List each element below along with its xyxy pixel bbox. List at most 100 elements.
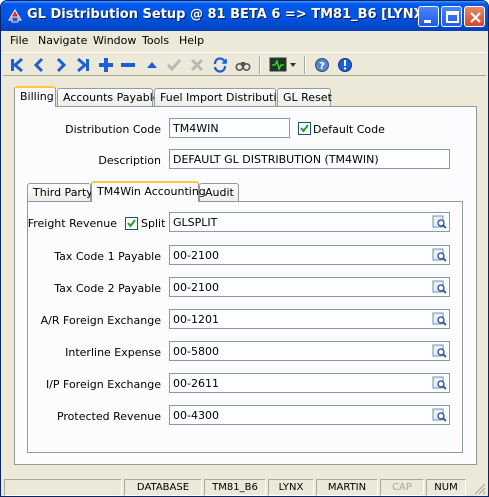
help-icon: ? (315, 58, 329, 72)
menu-window[interactable]: Window (93, 34, 136, 47)
check-icon (166, 59, 182, 72)
description-field[interactable]: DEFAULT GL DISTRIBUTION (TM4WIN) (169, 149, 450, 169)
ip-foreign-exchange-value: 00-2611 (173, 377, 219, 390)
protected-revenue-value: 00-4300 (173, 409, 219, 422)
toolbar-separator (304, 56, 306, 74)
toolbar: ? (3, 52, 486, 76)
lookup-icon[interactable] (432, 376, 447, 390)
ar-foreign-exchange-label: A/R Foreign Exchange (40, 314, 161, 327)
monitor-dropdown-button[interactable] (267, 55, 299, 75)
status-user: MARTIN (316, 479, 378, 496)
app-icon (8, 9, 22, 23)
delete-record-button[interactable] (118, 55, 138, 75)
resize-grip-icon[interactable] (473, 482, 486, 495)
protected-revenue-field[interactable]: 00-4300 (169, 405, 450, 425)
menu-bar: File Navigate Window Tools Help (1, 31, 488, 51)
freight-revenue-label: Freight Revenue (27, 217, 117, 230)
ip-foreign-exchange-label: I/P Foreign Exchange (45, 378, 161, 391)
plus-icon (99, 58, 113, 72)
window-title: GL Distribution Setup @ 81 BETA 6 => TM8… (27, 7, 430, 22)
menu-help[interactable]: Help (179, 34, 204, 47)
close-button[interactable] (464, 6, 485, 27)
app-window: GL Distribution Setup @ 81 BETA 6 => TM8… (0, 0, 489, 497)
tax-code-1-payable-label: Tax Code 1 Payable (54, 250, 161, 263)
help-button[interactable]: ? (312, 55, 332, 75)
status-bar: DATABASE TM81_B6 LYNX MARTIN CAP NUM (1, 477, 488, 496)
lookup-icon[interactable] (432, 344, 447, 358)
minimize-icon (424, 20, 431, 23)
triangle-up-icon (147, 62, 157, 68)
tab-accounts-payable[interactable]: Accounts Payable (57, 88, 160, 107)
tab-billing[interactable]: Billing (14, 86, 56, 107)
status-database: DATABASE (124, 479, 202, 496)
distribution-code-field[interactable]: TM4WIN (169, 118, 290, 138)
previous-record-button[interactable] (29, 55, 49, 75)
freight-revenue-value: GLSPLIT (173, 216, 218, 229)
tax-code-1-payable-field[interactable]: 00-2100 (169, 245, 450, 265)
split-label: Split (141, 217, 166, 230)
lookup-icon[interactable] (432, 280, 447, 294)
maximize-icon (446, 11, 459, 23)
default-code-label: Default Code (313, 123, 385, 136)
interline-expense-label: Interline Expense (65, 346, 161, 359)
add-record-button[interactable] (96, 55, 116, 75)
ar-foreign-exchange-value: 00-1201 (173, 313, 219, 326)
monitor-icon (269, 57, 296, 72)
binoculars-icon (235, 62, 251, 72)
lookup-icon[interactable] (432, 408, 447, 422)
first-record-button[interactable] (7, 55, 27, 75)
tax-code-1-payable-value: 00-2100 (173, 249, 219, 262)
ip-foreign-exchange-field[interactable]: 00-2611 (169, 373, 450, 393)
last-record-button[interactable] (73, 55, 93, 75)
save-button[interactable] (164, 55, 184, 75)
minimize-button[interactable] (418, 6, 439, 27)
description-label: Description (98, 154, 161, 167)
last-record-icon (77, 57, 89, 73)
cancel-button[interactable] (187, 55, 207, 75)
previous-record-icon (33, 57, 44, 73)
info-button[interactable] (335, 55, 355, 75)
tax-code-2-payable-value: 00-2100 (173, 281, 219, 294)
interline-expense-value: 00-5800 (173, 345, 219, 358)
status-num-lock: NUM (426, 479, 466, 496)
ar-foreign-exchange-field[interactable]: 00-1201 (169, 309, 450, 329)
title-bar[interactable]: GL Distribution Setup @ 81 BETA 6 => TM8… (1, 1, 488, 31)
menu-file[interactable]: File (10, 34, 28, 47)
minus-icon (121, 63, 135, 67)
refresh-icon (213, 57, 227, 73)
menu-tools[interactable]: Tools (142, 34, 169, 47)
close-icon (470, 12, 481, 23)
svg-text:?: ? (319, 61, 325, 72)
tab-fuel-import-distribution[interactable]: Fuel Import Distribution (154, 88, 290, 107)
tab-third-party[interactable]: Third Party (27, 183, 93, 202)
maximize-button[interactable] (441, 6, 462, 27)
refresh-button[interactable] (210, 55, 230, 75)
default-code-checkbox[interactable] (298, 122, 311, 135)
split-checkbox[interactable] (125, 217, 138, 230)
interline-expense-field[interactable]: 00-5800 (169, 341, 450, 361)
status-server: LYNX (268, 479, 314, 496)
tab-gl-reset[interactable]: GL Reset (277, 88, 332, 107)
tax-code-2-payable-field[interactable]: 00-2100 (169, 277, 450, 297)
tab-tm4win-accounting[interactable]: TM4Win Accounting (91, 181, 206, 202)
next-record-button[interactable] (51, 55, 71, 75)
freight-revenue-field[interactable]: GLSPLIT (169, 212, 450, 232)
next-record-icon (56, 57, 67, 73)
lookup-icon[interactable] (432, 215, 447, 229)
checkmark-icon (300, 124, 309, 133)
status-company-db: TM81_B6 (204, 479, 266, 496)
menu-navigate[interactable]: Navigate (38, 34, 87, 47)
status-spacer (4, 479, 122, 496)
status-caps-lock: CAP (380, 479, 424, 496)
find-button[interactable] (233, 55, 253, 75)
move-up-button[interactable] (142, 55, 162, 75)
lookup-icon[interactable] (432, 312, 447, 326)
x-icon (190, 58, 204, 72)
toolbar-separator (259, 56, 261, 74)
tax-code-2-payable-label: Tax Code 2 Payable (54, 282, 161, 295)
protected-revenue-label: Protected Revenue (56, 410, 161, 423)
lookup-icon[interactable] (432, 248, 447, 262)
distribution-code-label: Distribution Code (65, 123, 161, 136)
info-icon (338, 58, 352, 72)
checkmark-icon (127, 219, 136, 228)
